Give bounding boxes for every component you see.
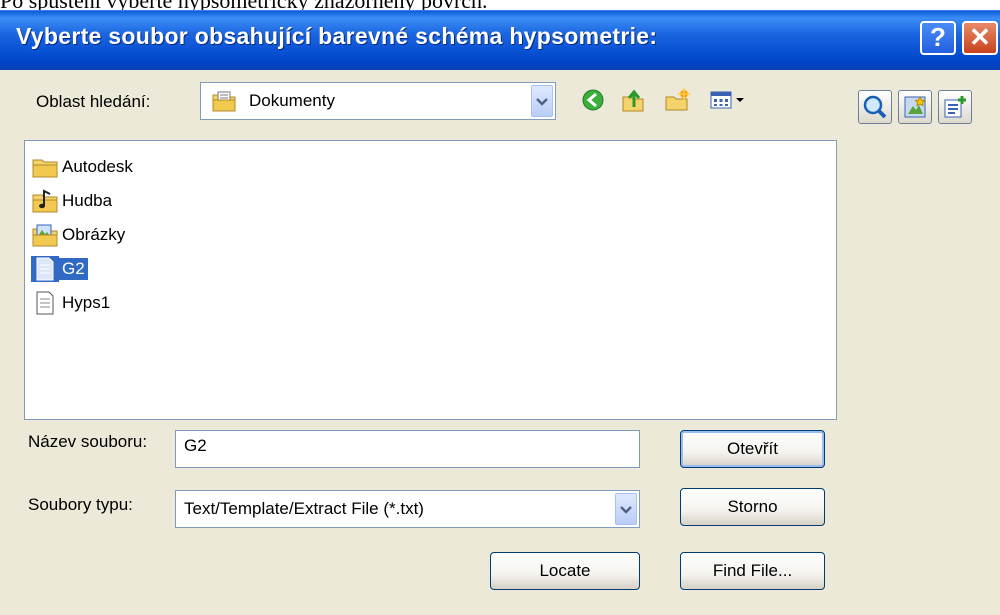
- lookin-label: Oblast hledání:: [36, 92, 151, 111]
- list-item[interactable]: Hudba: [31, 187, 115, 215]
- locate-button[interactable]: Locate: [490, 552, 640, 590]
- text-file-icon: [31, 290, 59, 316]
- filename-label: Název souboru:: [28, 432, 148, 451]
- file-name: Hyps1: [62, 293, 111, 312]
- lookin-value: Dokumenty: [249, 91, 335, 110]
- list-item[interactable]: G2: [31, 255, 88, 283]
- dialog-title: Vyberte soubor obsahující barevné schéma…: [16, 23, 658, 49]
- view-menu-icon[interactable]: [708, 87, 748, 113]
- filetype-dropdown[interactable]: Text/Template/Extract File (*.txt): [175, 490, 640, 528]
- search-icon[interactable]: [858, 90, 892, 124]
- favorites-icon[interactable]: [898, 90, 932, 124]
- chevron-down-icon[interactable]: [531, 85, 553, 117]
- close-button[interactable]: ✕: [962, 21, 998, 55]
- folder-icon: [31, 154, 59, 180]
- filetype-label: Soubory typu:: [28, 495, 133, 514]
- chevron-down-icon[interactable]: [615, 493, 637, 525]
- find-file-button[interactable]: Find File...: [680, 552, 825, 590]
- back-icon[interactable]: [580, 87, 606, 113]
- music-folder-icon: [31, 188, 59, 214]
- filetype-value: Text/Template/Extract File (*.txt): [184, 499, 424, 518]
- title-bar: Vyberte soubor obsahující barevné schéma…: [0, 10, 1000, 70]
- file-list[interactable]: Autodesk Hudba Obrázky G2 Hyps1: [24, 140, 837, 420]
- add-favorite-icon[interactable]: [938, 90, 972, 124]
- list-item[interactable]: Autodesk: [31, 153, 136, 181]
- file-name: Hudba: [62, 191, 113, 210]
- up-folder-icon[interactable]: [620, 87, 646, 113]
- filename-value: G2: [184, 436, 207, 455]
- lookin-dropdown[interactable]: Dokumenty: [200, 82, 556, 120]
- text-file-icon: [31, 256, 59, 282]
- list-item[interactable]: Obrázky: [31, 221, 128, 249]
- filename-field[interactable]: G2: [175, 430, 640, 468]
- open-file-dialog: Vyberte soubor obsahující barevné schéma…: [0, 10, 1000, 615]
- help-button[interactable]: ?: [920, 21, 956, 55]
- open-button[interactable]: Otevřít: [680, 430, 825, 468]
- documents-folder-icon: [211, 89, 237, 118]
- cancel-button[interactable]: Storno: [680, 488, 825, 526]
- file-name: Obrázky: [62, 225, 126, 244]
- file-name: Autodesk: [62, 157, 133, 176]
- list-item[interactable]: Hyps1: [31, 289, 113, 317]
- pictures-folder-icon: [31, 222, 59, 248]
- file-name: G2: [59, 258, 88, 280]
- new-folder-icon[interactable]: [664, 87, 690, 113]
